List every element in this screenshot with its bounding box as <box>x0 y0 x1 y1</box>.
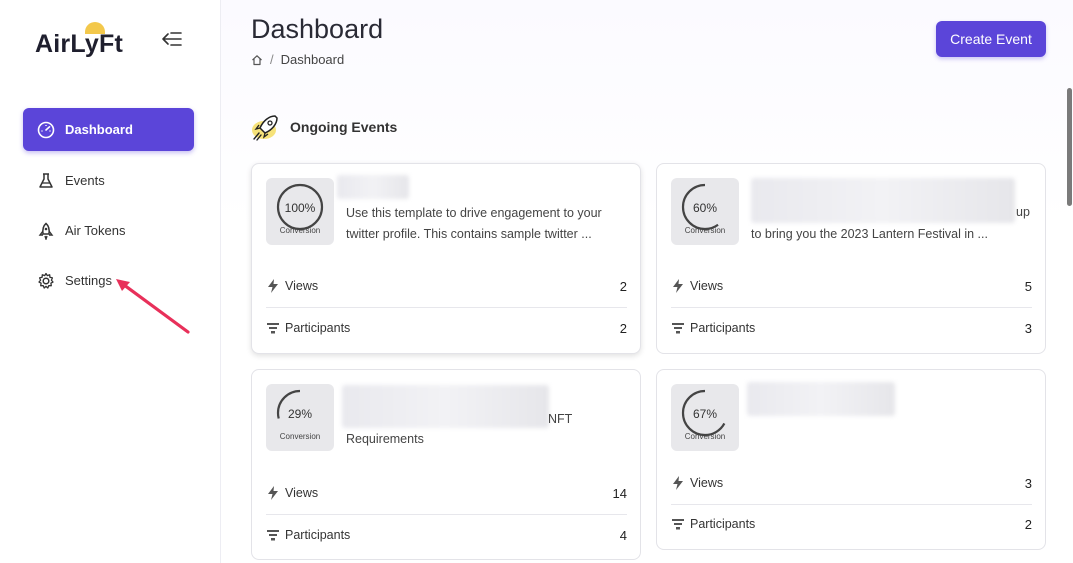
views-label: Views <box>285 279 319 293</box>
rocket-icon <box>36 221 56 241</box>
participants-count: 4 <box>619 527 627 543</box>
views-count: 2 <box>619 278 627 294</box>
breadcrumb-separator: / <box>270 52 274 67</box>
home-icon[interactable] <box>251 54 263 66</box>
bolt-icon <box>671 476 685 490</box>
conversion-percent: 100% <box>284 201 316 215</box>
participants-row: Participants 2 <box>266 308 627 348</box>
participants-label: Participants <box>285 528 351 542</box>
views-count: 14 <box>612 485 627 501</box>
views-label: Views <box>690 476 724 490</box>
event-description: Use this template to drive engagement to… <box>346 203 628 245</box>
section-title: Ongoing Events <box>290 119 398 135</box>
participants-count: 2 <box>1024 516 1032 532</box>
create-event-button[interactable]: Create Event <box>936 21 1046 57</box>
conversion-label: Conversion <box>279 432 321 441</box>
participants-count: 3 <box>1024 320 1032 336</box>
redacted-title <box>751 178 1015 223</box>
main-content: Dashboard / Dashboard Create Event Ongoi… <box>221 0 1073 563</box>
conversion-badge: 100% Conversion <box>266 178 334 245</box>
conversion-badge: 60% Conversion <box>671 178 739 245</box>
conversion-badge: 67% Conversion <box>671 384 739 451</box>
conversion-label: Conversion <box>684 432 726 441</box>
bolt-icon <box>266 486 280 500</box>
conversion-percent: 67% <box>692 407 718 421</box>
event-description: to bring you the 2023 Lantern Festival i… <box>751 224 1033 245</box>
views-count: 5 <box>1024 278 1032 294</box>
sidebar-item-label: Air Tokens <box>65 223 126 238</box>
sidebar: AirLyFt Dashboard Events Air Tokens Sett… <box>0 0 221 563</box>
page-title: Dashboard <box>251 14 384 44</box>
sidebar-item-air-tokens[interactable]: Air Tokens <box>23 209 194 252</box>
flask-icon <box>36 171 56 191</box>
participants-label: Participants <box>690 321 756 335</box>
sidebar-item-dashboard[interactable]: Dashboard <box>23 108 194 151</box>
scrollbar[interactable] <box>1067 88 1072 206</box>
gauge-icon <box>36 120 56 140</box>
event-description-fragment: up <box>1016 205 1030 219</box>
bolt-icon <box>266 279 280 293</box>
participants-label: Participants <box>285 321 351 335</box>
conversion-percent: 60% <box>692 201 718 215</box>
views-label: Views <box>690 279 724 293</box>
conversion-percent: 29% <box>287 407 313 421</box>
redacted-title <box>337 175 409 199</box>
participants-row: Participants 2 <box>671 504 1032 544</box>
participants-row: Participants 4 <box>266 515 627 555</box>
sidebar-item-label: Events <box>65 173 105 188</box>
breadcrumb-current: Dashboard <box>280 52 345 67</box>
event-description: Requirements <box>346 429 628 450</box>
sidebar-item-label: Dashboard <box>65 122 133 137</box>
redacted-title <box>747 382 895 416</box>
views-row: Views 3 <box>671 463 1032 503</box>
bolt-icon <box>671 279 685 293</box>
event-description-line: to bring you the 2023 Lantern Festival i… <box>751 227 988 241</box>
app-root: AirLyFt Dashboard Events Air Tokens Sett… <box>0 0 1073 563</box>
funnel-icon <box>671 321 685 335</box>
rocket-illustration-icon <box>252 115 278 141</box>
sidebar-item-label: Settings <box>65 273 112 288</box>
views-label: Views <box>285 486 319 500</box>
views-count: 3 <box>1024 475 1032 491</box>
conversion-label: Conversion <box>279 226 321 235</box>
collapse-arrow-icon <box>162 32 182 46</box>
event-card[interactable]: 100% Conversion Use this template to dri… <box>251 163 641 354</box>
redacted-title <box>342 385 549 428</box>
sidebar-item-events[interactable]: Events <box>23 159 194 202</box>
views-row: Views 14 <box>266 473 627 513</box>
annotation-arrow-icon <box>116 279 190 334</box>
views-row: Views 5 <box>671 266 1032 306</box>
logo-text: AirLyFt <box>35 30 123 58</box>
conversion-badge: 29% Conversion <box>266 384 334 451</box>
breadcrumb: / Dashboard <box>251 52 344 67</box>
event-description-line: twitter profile. This contains sample tw… <box>346 227 592 241</box>
event-card[interactable]: 29% Conversion NFT Requirements Views 14… <box>251 369 641 560</box>
gear-icon <box>36 271 56 291</box>
collapse-sidebar-button[interactable] <box>160 28 184 50</box>
event-card[interactable]: 60% Conversion up to bring you the 2023 … <box>656 163 1046 354</box>
participants-label: Participants <box>690 517 756 531</box>
event-card[interactable]: 67% Conversion Views 3 Participants 2 <box>656 369 1046 550</box>
section-header: Ongoing Events <box>251 112 397 142</box>
event-description-fragment: NFT <box>548 412 573 426</box>
logo: AirLyFt <box>35 22 123 59</box>
event-description-line: Requirements <box>346 432 424 446</box>
conversion-label: Conversion <box>684 226 726 235</box>
participants-row: Participants 3 <box>671 308 1032 348</box>
event-description-line: Use this template to drive engagement to… <box>346 206 602 220</box>
views-row: Views 2 <box>266 266 627 306</box>
funnel-icon <box>671 517 685 531</box>
funnel-icon <box>266 528 280 542</box>
participants-count: 2 <box>619 320 627 336</box>
funnel-icon <box>266 321 280 335</box>
